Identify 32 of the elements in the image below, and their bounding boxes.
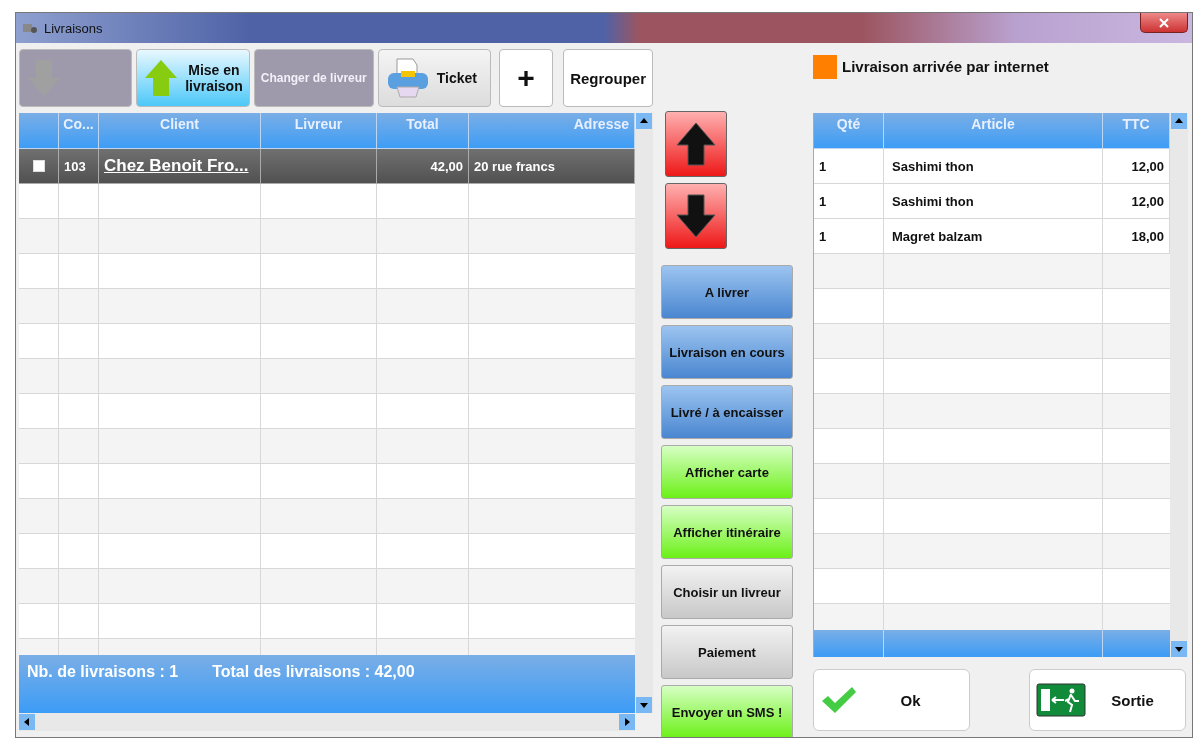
table-cell: 12,00 <box>1131 193 1164 209</box>
action-button[interactable]: Afficher carte <box>661 445 793 499</box>
toolbar-button[interactable]: Ticket <box>377 49 491 107</box>
legend-label: Livraison arrivée par internet <box>842 57 1049 75</box>
table-cell: 42,00 <box>430 158 463 174</box>
table-cell: Magret balzam <box>892 228 983 244</box>
table-cell: 18,00 <box>1131 228 1164 244</box>
table-cell: Sashimi thon <box>892 193 974 209</box>
delivery-count: Nb. de livraisons : 1 <box>27 663 179 682</box>
table-cell: 1 <box>819 158 827 174</box>
table-cell: 103 <box>64 158 86 174</box>
dialog-button[interactable]: Sortie <box>1029 669 1186 731</box>
window-title: Livraisons <box>44 20 103 36</box>
table-cell: 1 <box>819 193 827 209</box>
action-button[interactable]: Choisir un livreur <box>661 565 793 619</box>
client-link[interactable]: Chez Benoit Fro... <box>104 156 249 176</box>
action-button[interactable]: Envoyer un SMS ! <box>661 685 793 737</box>
table-cell: 12,00 <box>1131 158 1164 174</box>
delivery-total: Total des livraisons : 42,00 <box>212 663 415 682</box>
table-cell: 1 <box>819 228 827 244</box>
action-button[interactable]: A livrer <box>661 265 793 319</box>
dialog-button[interactable]: Ok <box>813 669 970 731</box>
table-cell: Sashimi thon <box>892 158 974 174</box>
table-cell: 20 rue francs <box>474 158 555 174</box>
action-button[interactable]: Paiement <box>661 625 793 679</box>
action-button[interactable]: Afficher itinéraire <box>661 505 793 559</box>
toolbar-button[interactable]: + <box>498 49 554 107</box>
delivery-row[interactable]: 103 Chez Benoit Fro... 42,00 20 rue francs <box>19 149 635 184</box>
toolbar-button[interactable]: Mise en livraison <box>136 49 250 107</box>
toolbar-button[interactable]: Regrouper <box>563 49 653 107</box>
action-button[interactable]: Livraison en cours <box>661 325 793 379</box>
action-button[interactable]: Livré / à encaisser <box>661 385 793 439</box>
